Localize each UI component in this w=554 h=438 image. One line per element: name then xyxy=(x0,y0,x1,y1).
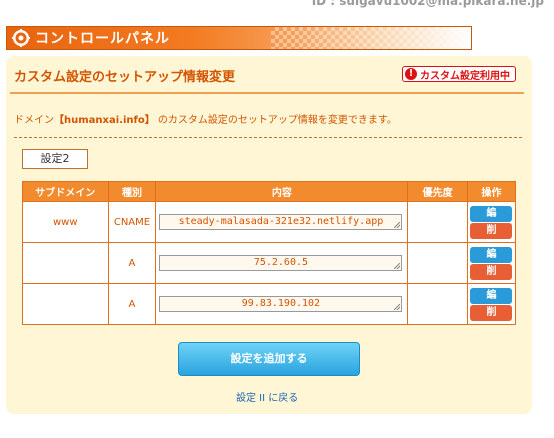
user-id-label: ID : suigavu1002@ma.pikara.ne.jp xyxy=(311,0,544,8)
operation-cell: 編 削 xyxy=(466,283,517,325)
header-priority: 優先度 xyxy=(407,181,468,202)
operation-cell: 編 削 xyxy=(466,242,517,284)
custom-setting-badge: ! カスタム設定利用中 xyxy=(402,66,516,82)
delete-button[interactable]: 削 xyxy=(470,304,513,321)
edit-button[interactable]: 編 xyxy=(470,287,513,304)
priority-cell xyxy=(407,283,468,325)
priority-cell xyxy=(407,242,468,284)
dns-records-table: サブドメイン 種別 内容 優先度 操作 www CNAME steady-mal… xyxy=(22,181,517,325)
table-row: A 75.2.60.5 編 削 xyxy=(22,242,517,284)
control-panel-header: コントロールパネル xyxy=(6,26,472,50)
alert-icon: ! xyxy=(405,68,417,80)
delete-button[interactable]: 削 xyxy=(470,222,513,239)
gear-icon xyxy=(12,29,30,47)
domain-name: 【humanxai.info】 xyxy=(54,115,155,126)
table-row: A 99.83.190.102 編 削 xyxy=(22,283,517,325)
content-cell: steady-malasada-321e32.netlify.app xyxy=(155,201,409,243)
page-title: カスタム設定のセットアップ情報変更 xyxy=(14,70,236,85)
custom-setting-badge-label: カスタム設定利用中 xyxy=(420,70,510,82)
header-subdomain: サブドメイン xyxy=(22,181,109,202)
edit-button[interactable]: 編 xyxy=(470,205,513,222)
header-operation: 操作 xyxy=(466,181,517,202)
content-field[interactable]: steady-malasada-321e32.netlify.app xyxy=(159,214,403,230)
operation-cell: 編 削 xyxy=(466,201,517,243)
subdomain-cell: www xyxy=(22,201,109,243)
content-cell: 75.2.60.5 xyxy=(155,242,409,284)
type-cell: CNAME xyxy=(107,201,157,243)
delete-button[interactable]: 削 xyxy=(470,263,513,280)
settings-panel: カスタム設定のセットアップ情報変更 ! カスタム設定利用中 ドメイン【human… xyxy=(6,56,532,414)
add-setting-button[interactable]: 設定を追加する xyxy=(178,342,360,376)
content-cell: 99.83.190.102 xyxy=(155,283,409,325)
type-cell: A xyxy=(107,242,157,284)
type-cell: A xyxy=(107,283,157,325)
title-divider xyxy=(10,92,524,94)
back-to-settings-link[interactable]: 設定 II に戻る xyxy=(236,389,298,404)
description-text: ドメイン【humanxai.info】 のカスタム設定のセットアップ情報を変更で… xyxy=(14,111,397,126)
header-content: 内容 xyxy=(155,181,409,202)
table-header-row: サブドメイン 種別 内容 優先度 操作 xyxy=(22,181,517,202)
description-prefix: ドメイン xyxy=(14,115,54,126)
subdomain-cell xyxy=(22,283,109,325)
header-title: コントロールパネル xyxy=(35,31,170,47)
description-suffix: のカスタム設定のセットアップ情報を変更できます。 xyxy=(157,115,397,126)
dashed-divider xyxy=(14,137,522,138)
content-field[interactable]: 75.2.60.5 xyxy=(159,255,403,271)
content-field[interactable]: 99.83.190.102 xyxy=(159,296,403,312)
priority-cell xyxy=(407,201,468,243)
edit-button[interactable]: 編 xyxy=(470,246,513,263)
subdomain-cell xyxy=(22,242,109,284)
header-type: 種別 xyxy=(107,181,157,202)
setting-tab: 設定2 xyxy=(22,149,88,169)
table-row: www CNAME steady-malasada-321e32.netlify… xyxy=(22,201,517,243)
